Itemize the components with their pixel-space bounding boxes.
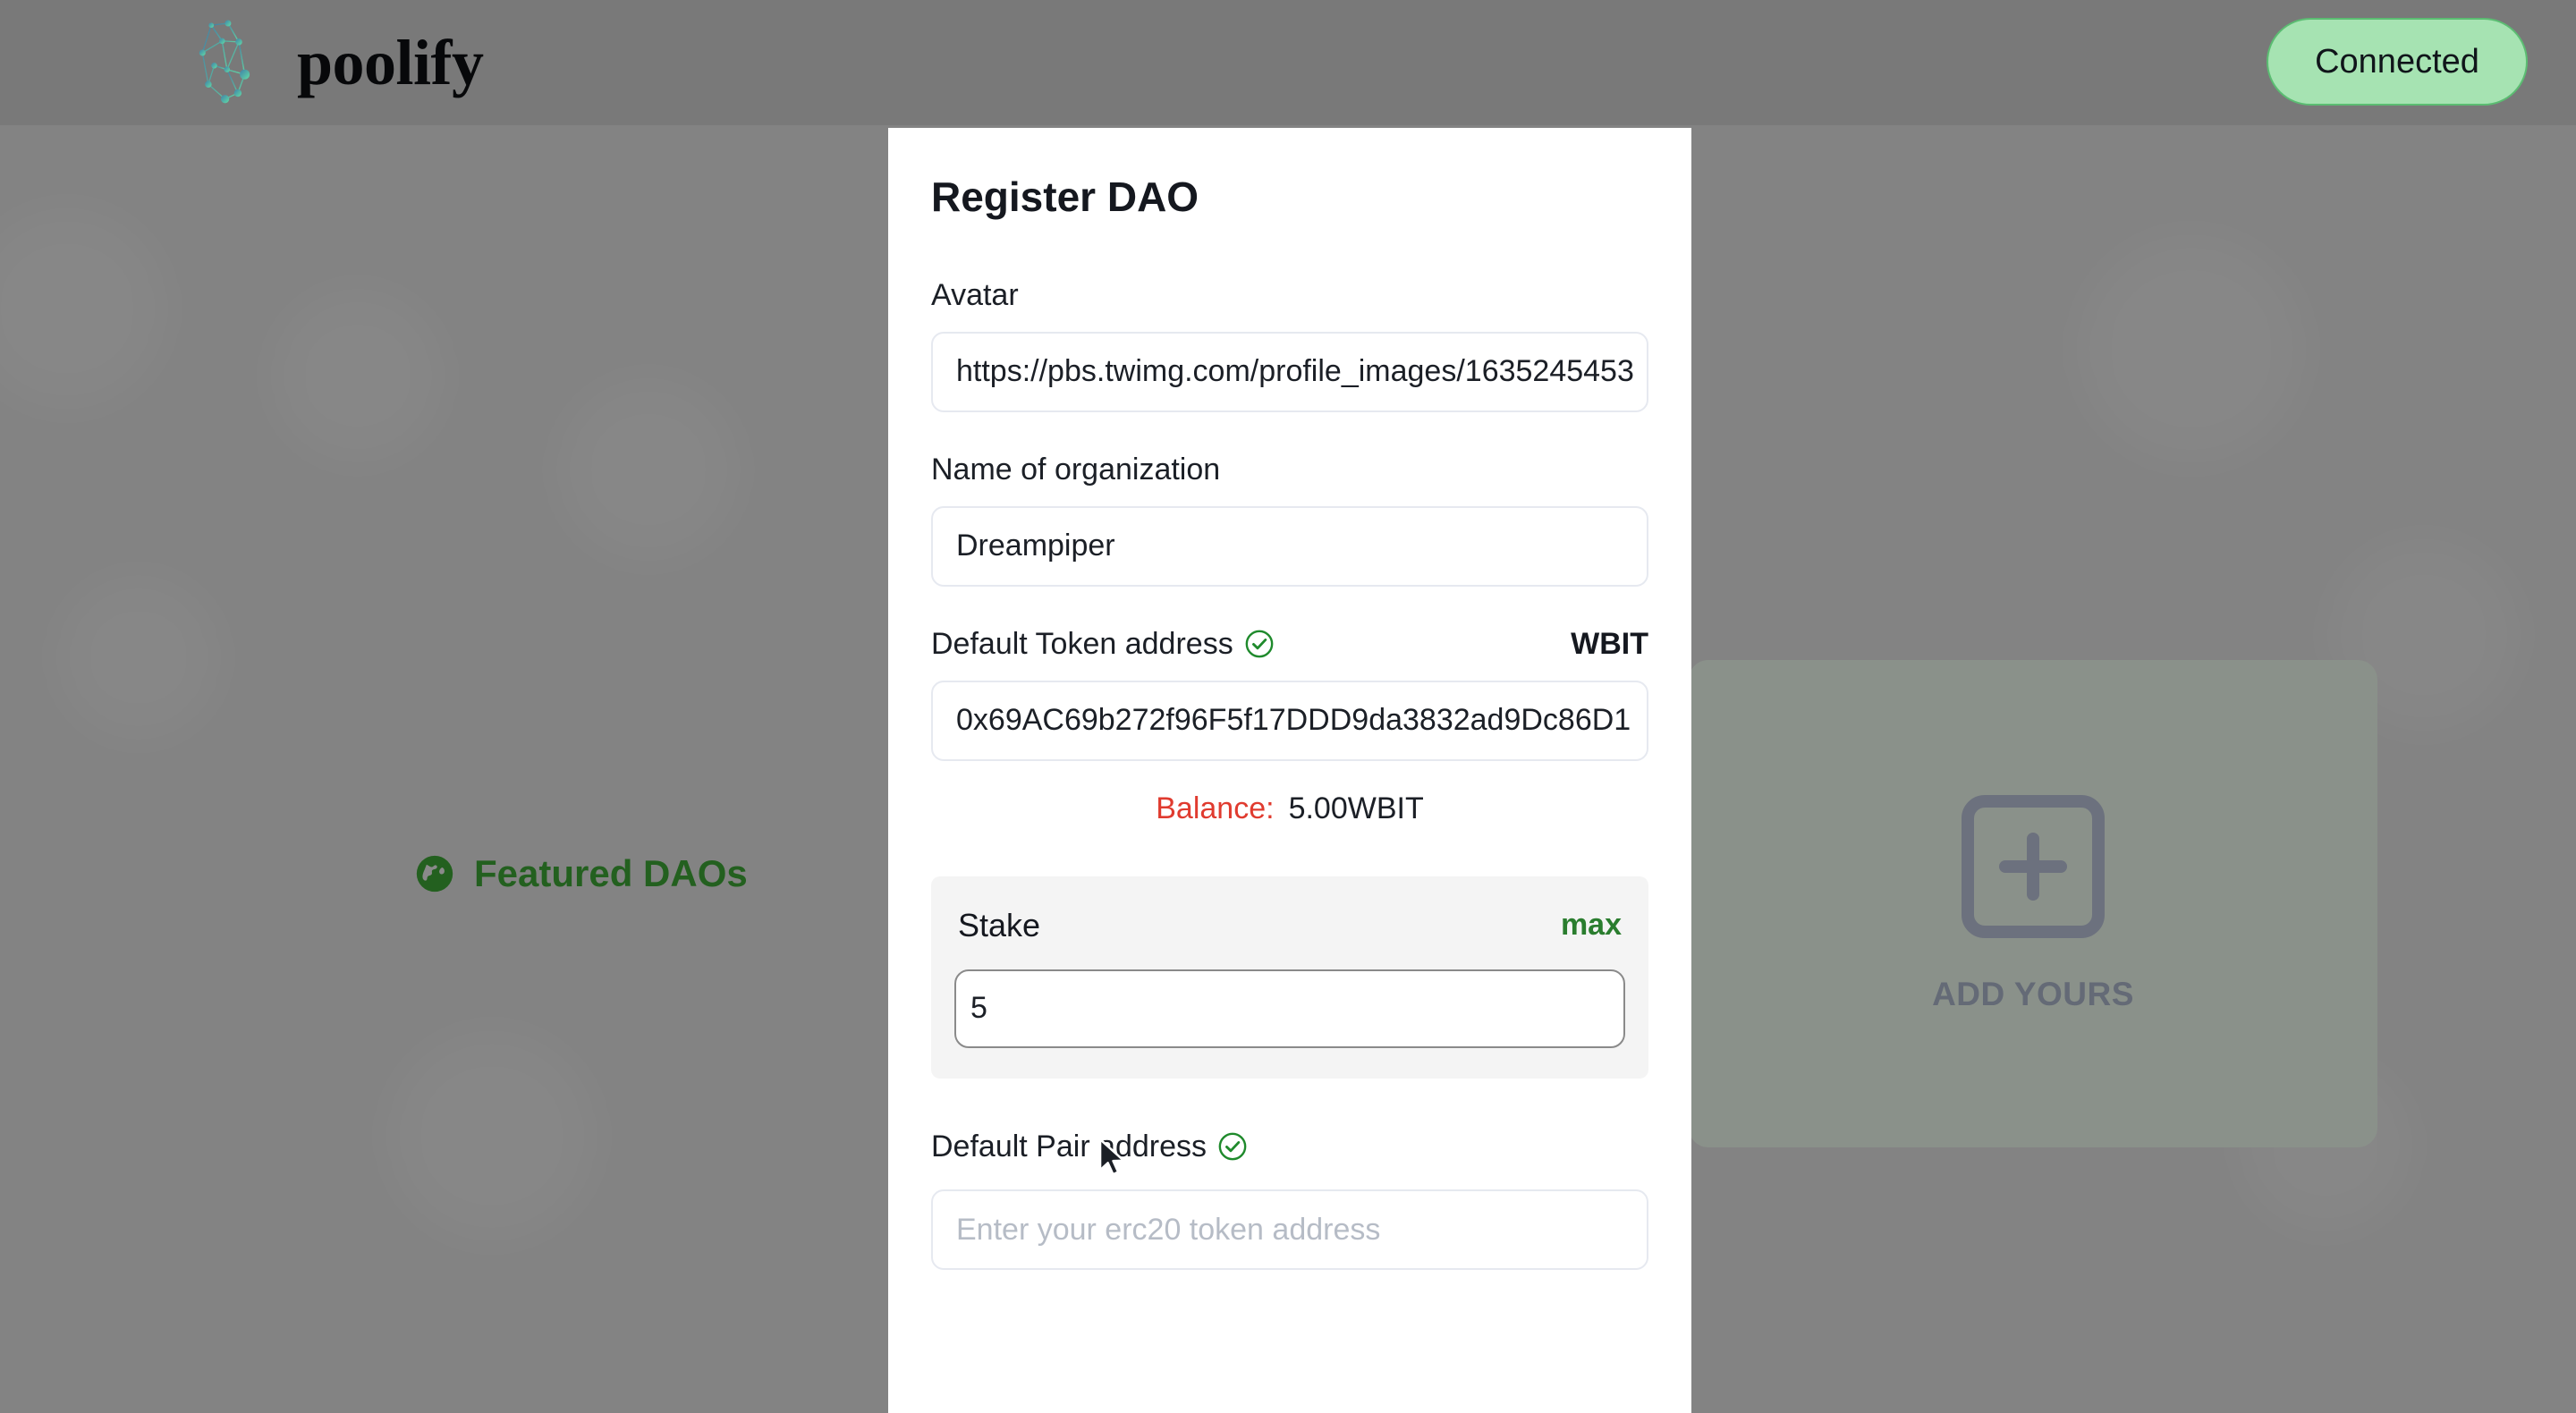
check-circle-icon: [1217, 1131, 1248, 1162]
token-symbol: WBIT: [1571, 626, 1648, 661]
token-address-input[interactable]: 0x69AC69b272f96F5f17DDD9da3832ad9Dc86D1: [931, 680, 1648, 761]
pair-address-label-group: Default Pair address: [931, 1129, 1648, 1165]
token-address-label-group: Default Token address: [931, 626, 1275, 663]
connect-wallet-button[interactable]: Connected: [2267, 18, 2528, 106]
pair-address-label: Default Pair address: [931, 1129, 1208, 1163]
organization-input[interactable]: Dreampiper: [931, 505, 1648, 587]
token-address-header: Default Token address WBIT: [931, 626, 1648, 663]
stake-panel: Stake max 5: [931, 876, 1648, 1079]
globe-icon: [415, 854, 454, 893]
stake-label: Stake: [958, 906, 1041, 943]
avatar-label: Avatar: [931, 278, 1019, 313]
stake-max-button[interactable]: max: [1561, 908, 1622, 943]
app-header: poolify Connected: [0, 0, 2576, 125]
featured-daos-label: Featured DAOs: [474, 852, 748, 894]
organization-label: Name of organization: [931, 452, 1221, 487]
pair-address-input[interactable]: Enter your erc20 token address: [931, 1189, 1648, 1271]
brand[interactable]: poolify: [190, 13, 484, 112]
modal-title: Register DAO: [931, 173, 1199, 220]
stake-header: Stake max: [954, 907, 1625, 944]
network-graph-icon: [190, 13, 288, 112]
token-balance: Balance: 5.00WBIT: [931, 791, 1648, 826]
stake-input[interactable]: 5: [954, 969, 1625, 1048]
add-yours-label: ADD YOURS: [1932, 975, 2134, 1012]
register-dao-modal: Register DAO Avatar https://pbs.twimg.co…: [888, 128, 1691, 1413]
brand-name: poolify: [297, 27, 484, 98]
featured-daos-heading[interactable]: Featured DAOs: [415, 854, 748, 893]
token-address-label: Default Token address: [931, 626, 1233, 661]
add-yours-card[interactable]: ADD YOURS: [1689, 660, 2377, 1147]
balance-label: Balance:: [1156, 791, 1275, 825]
plus-square-icon: [1962, 794, 2105, 938]
check-circle-icon: [1244, 629, 1275, 659]
app-root: Swce Swap your tokens ar to earn incenti…: [0, 0, 2576, 1413]
avatar-input[interactable]: https://pbs.twimg.com/profile_images/163…: [931, 331, 1648, 412]
balance-value: 5.00WBIT: [1288, 791, 1424, 825]
